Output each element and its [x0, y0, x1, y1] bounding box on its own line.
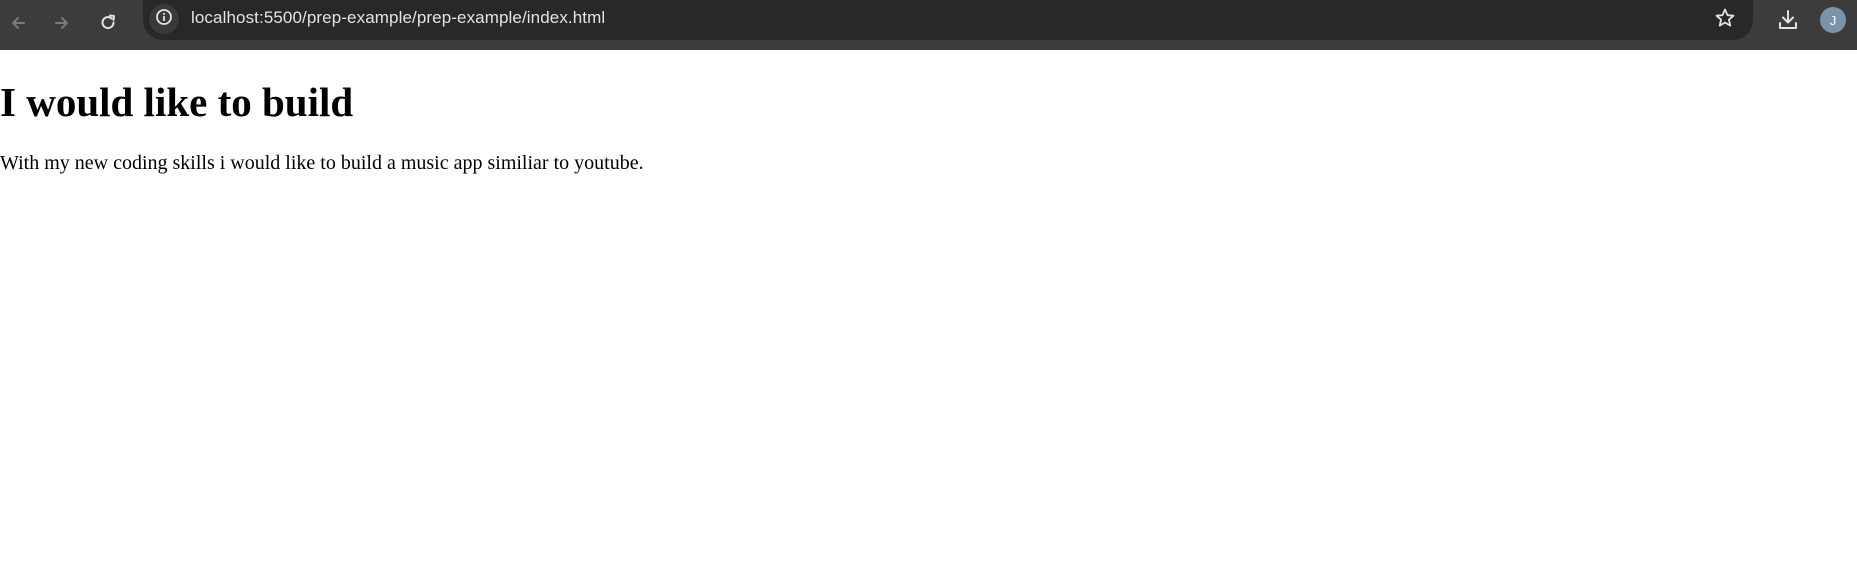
- bookmark-button[interactable]: [1709, 4, 1741, 36]
- forward-button[interactable]: [44, 5, 80, 41]
- profile-avatar[interactable]: J: [1820, 7, 1846, 33]
- back-button[interactable]: [0, 5, 36, 41]
- star-icon: [1714, 7, 1736, 34]
- arrow-left-icon: [8, 13, 28, 33]
- url-text[interactable]: localhost:5500/prep-example/prep-example…: [191, 8, 605, 28]
- info-icon: [155, 8, 173, 31]
- address-bar[interactable]: localhost:5500/prep-example/prep-example…: [143, 0, 1753, 40]
- reload-icon: [98, 13, 118, 33]
- reload-button[interactable]: [90, 5, 126, 41]
- page-content: I would like to build With my new coding…: [0, 50, 1857, 562]
- arrow-right-icon: [52, 13, 72, 33]
- page-paragraph: With my new coding skills i would like t…: [0, 152, 644, 174]
- site-info-button[interactable]: [149, 4, 179, 34]
- download-icon: [1776, 8, 1800, 37]
- browser-toolbar: localhost:5500/prep-example/prep-example…: [0, 0, 1857, 50]
- downloads-button[interactable]: [1770, 4, 1806, 40]
- page-heading: I would like to build: [0, 79, 354, 125]
